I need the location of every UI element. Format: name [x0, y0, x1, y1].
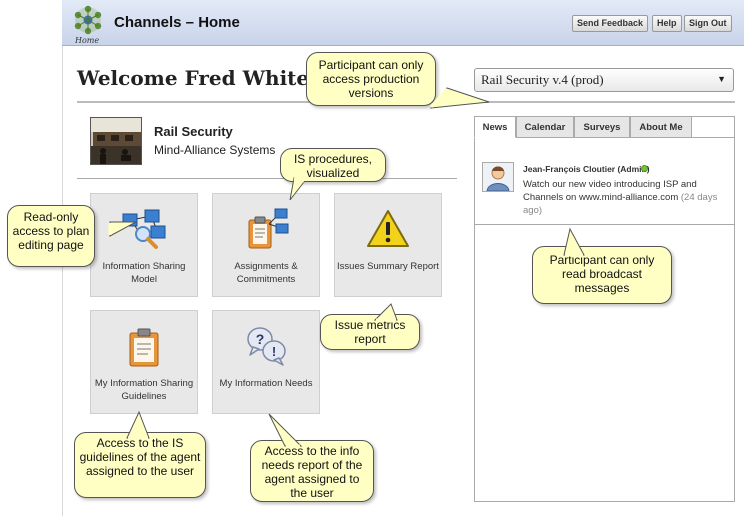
callout-text: Access to the info needs report of the a… [261, 444, 363, 500]
callout-pointer [268, 413, 302, 448]
callout-text: Participant can only access production v… [318, 58, 424, 100]
callout-guidelines: Access to the IS guidelines of the agent… [74, 410, 206, 498]
plan-photo [90, 117, 142, 165]
callout-issue-metrics: Issue metrics report [320, 303, 420, 350]
callout-pointer [108, 221, 136, 237]
app-title: Channels – Home [114, 14, 240, 31]
divider [77, 178, 457, 179]
news-message: Watch our new video introducing ISP and … [523, 178, 728, 217]
callout-pointer [289, 177, 305, 201]
clipboard-network-icon [243, 208, 289, 250]
sign-out-button[interactable]: Sign Out [684, 15, 732, 32]
callout-text: IS procedures, visualized [293, 152, 373, 180]
callout-text: Participant can only read broadcast mess… [549, 253, 655, 295]
network-magnifier-icon [121, 208, 167, 250]
tile-label: My Information Sharing Guidelines [94, 378, 194, 402]
tile-label: My Information Needs [219, 378, 313, 389]
avatar [482, 162, 514, 192]
news-text: Watch our new video introducing ISP and … [523, 179, 697, 203]
my-information-sharing-guidelines-tile[interactable]: My Information Sharing Guidelines [90, 310, 198, 414]
warning-icon [365, 208, 411, 250]
callout-production-versions: Participant can only access production v… [306, 52, 489, 109]
tab-calendar[interactable]: Calendar [516, 116, 574, 138]
online-status-icon [641, 165, 648, 172]
callout-info-needs: Access to the info needs report of the a… [250, 413, 374, 502]
callout-text: Access to the IS guidelines of the agent… [79, 436, 201, 478]
help-button[interactable]: Help [652, 15, 682, 32]
tab-surveys[interactable]: Surveys [574, 116, 630, 138]
callout-read-only: Read-only access to plan editing page [7, 205, 136, 267]
svg-text:?: ? [256, 331, 265, 347]
question-exclamation-bubbles-icon: ? ! [243, 325, 289, 367]
information-sharing-model-tile[interactable]: Information Sharing Model [90, 193, 198, 297]
dropdown-arrow-icon: ▼ [717, 74, 726, 84]
tile-label: Information Sharing Model [102, 261, 186, 285]
callout-pointer [562, 227, 585, 257]
callout-text: Issue metrics report [334, 318, 406, 346]
clipboard-icon [121, 325, 167, 367]
tab-about-me[interactable]: About Me [630, 116, 692, 138]
logo-caption: Home [75, 36, 100, 45]
plan-version-select[interactable]: Rail Security v.4 (prod) ▼ [474, 68, 734, 92]
app-header: Home Channels – Home Send Feedback Help … [62, 0, 744, 46]
my-information-needs-tile[interactable]: ? ! My Information Needs [212, 310, 320, 414]
issues-summary-report-tile[interactable]: Issues Summary Report [334, 193, 442, 297]
tile-label: Assignments & Commitments [234, 261, 298, 285]
plan-version-value: Rail Security v.4 (prod) [481, 72, 604, 87]
callout-is-procedures: IS procedures, visualized [280, 148, 386, 201]
callout-pointer [373, 303, 398, 322]
send-feedback-button[interactable]: Send Feedback [572, 15, 649, 32]
callout-broadcast: Participant can only read broadcast mess… [532, 227, 672, 304]
svg-text:!: ! [272, 344, 276, 359]
news-author: Jean-François Cloutier (Admin) [523, 164, 650, 174]
callout-text: Read-only access to plan editing page [12, 210, 90, 252]
tile-label: Issues Summary Report [337, 261, 439, 272]
welcome-heading: Welcome Fred White! [77, 66, 318, 90]
callout-pointer [125, 410, 150, 440]
divider [475, 224, 734, 225]
tab-news[interactable]: News [474, 116, 516, 138]
divider [692, 137, 735, 138]
callout-pointer [429, 87, 489, 109]
plan-name: Rail Security [154, 124, 233, 139]
plan-organization: Mind-Alliance Systems [154, 143, 276, 157]
assignments-commitments-tile[interactable]: Assignments & Commitments [212, 193, 320, 297]
